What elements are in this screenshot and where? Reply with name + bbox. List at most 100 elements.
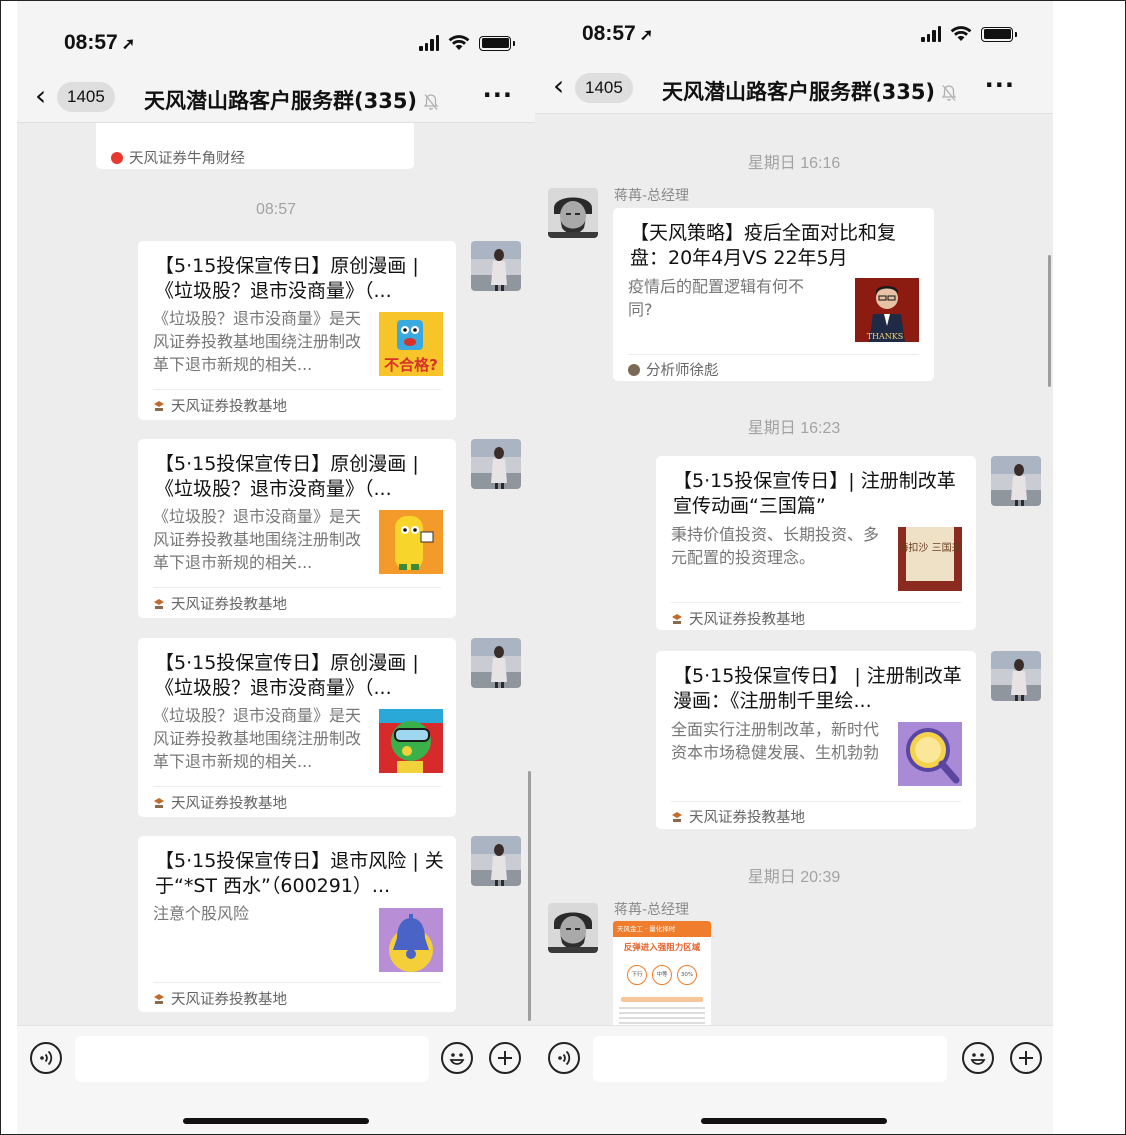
mute-bell-icon [423, 94, 439, 110]
card-title: 【5·15投保宣传日】退市风险 | 关于“*ST 西水”（600291）... [155, 850, 444, 897]
chat-message-list[interactable]: 星期日 16:16 蒋苒-总经理 【天风策略】疫后全面对比和复盘：20年4月VS… [535, 114, 1053, 1025]
card-source: 天风证券投教基地 [671, 608, 805, 629]
card-description: 《垃圾股？退市没商量》是天风证券投教基地围绕注册制改革下退市新规的相关... [153, 309, 362, 374]
message-timestamp: 星期日 16:16 [747, 155, 841, 172]
battery-icon [981, 26, 1017, 42]
card-title: 【天风策略】疫后全面对比和复盘：20年4月VS 22年5月 [630, 222, 897, 269]
image-message[interactable]: 天风金工 · 量化择时 反弹进入强阻力区域 下行 中等 30% [613, 921, 711, 1025]
message-input[interactable] [593, 1036, 947, 1082]
card-description: 疫情后的配置逻辑有何不同? [628, 277, 805, 319]
unread-count-badge[interactable]: 1405 [57, 82, 115, 112]
bull-finance-logo-icon [111, 151, 123, 164]
card-description: 《垃圾股？退市没商量》是天风证券投教基地围绕注册制改革下退市新规的相关... [153, 507, 362, 572]
svg-text:股海扣沙 三国来登: 股海扣沙 三国来登 [898, 541, 962, 554]
status-time: 08:57 ➚ [582, 22, 654, 45]
card-title: 【5·15投保宣传日】原创漫画 |《垃圾股？退市没商量》（... [155, 652, 419, 699]
wifi-icon [950, 26, 972, 41]
message-timestamp: 星期日 20:39 [747, 869, 841, 886]
link-card[interactable]: 【5·15投保宣传日】| 注册制改革宣传动画“三国篇” 秉持价值投资、长期投资、… [656, 456, 976, 630]
status-icons [921, 26, 1017, 42]
emoji-icon[interactable] [962, 1042, 994, 1074]
card-thumbnail [898, 722, 962, 786]
poster-dial: 下行 [627, 965, 647, 985]
mute-bell-icon [941, 85, 957, 101]
status-time: 08:57 ➚ [64, 31, 136, 54]
chat-message-list[interactable]: 天风证券牛角财经 08:57 【5·15投保宣传日】原创漫画 |《垃圾股？退市没… [17, 123, 535, 1025]
partial-link-card[interactable]: 天风证券牛角财经 [96, 123, 414, 169]
link-card[interactable]: 【5·15投保宣传日】原创漫画 |《垃圾股？退市没商量》（... 《垃圾股？退市… [138, 241, 456, 420]
message-timestamp: 08:57 [255, 201, 297, 218]
cellular-signal-icon [921, 26, 941, 42]
edu-base-logo-icon [671, 613, 683, 625]
phone-screen-right: 08:57 ➚ ‹ 1405 天风潜山路客户服务群(335) ··· 星期日 16… [535, 1, 1053, 1134]
user-avatar[interactable] [471, 836, 521, 886]
poster-dials: 下行 中等 30% [613, 965, 711, 985]
chat-title[interactable]: 天风潜山路客户服务群(335) [662, 76, 957, 106]
card-title: 【5·15投保宣传日】原创漫画 |《垃圾股？退市没商量》（... [155, 255, 419, 302]
edu-base-logo-icon [153, 400, 165, 412]
more-options-icon[interactable]: ··· [483, 81, 513, 109]
wifi-icon [448, 35, 470, 50]
card-source: 天风证券牛角财经 [111, 147, 245, 168]
message-input[interactable] [75, 1036, 429, 1082]
link-card[interactable]: 【5·15投保宣传日】 | 注册制改革漫画：《注册制千里绘... 全面实行注册制… [656, 651, 976, 829]
sender-avatar[interactable] [548, 188, 598, 238]
poster-header: 天风金工 · 量化择时 [613, 921, 711, 937]
card-title: 【5·15投保宣传日】 | 注册制改革漫画：《注册制千里绘... [673, 665, 962, 712]
top-bar: 08:57 ➚ ‹ 1405 天风潜山路客户服务群(335) ··· [17, 1, 535, 123]
battery-icon [479, 35, 515, 51]
card-thumbnail: 股海扣沙 三国来登 [898, 527, 962, 591]
card-thumbnail [379, 709, 443, 773]
scrollbar[interactable] [1048, 255, 1051, 387]
unread-count-badge[interactable]: 1405 [575, 73, 633, 103]
home-indicator[interactable] [701, 1118, 887, 1124]
card-description: 秉持价值投资、长期投资、多元配置的投资理念。 [671, 525, 880, 567]
card-description: 《垃圾股？退市没商量》是天风证券投教基地围绕注册制改革下退市新规的相关... [153, 706, 362, 771]
card-source: 天风证券投教基地 [153, 395, 287, 416]
card-source: 天风证券投教基地 [153, 792, 287, 813]
input-bar [17, 1025, 535, 1134]
card-title: 【5·15投保宣传日】| 注册制改革宣传动画“三国篇” [673, 470, 956, 517]
card-description: 注意个股风险 [153, 904, 250, 923]
link-card[interactable]: 【5·15投保宣传日】原创漫画 |《垃圾股？退市没商量》（... 《垃圾股？退市… [138, 638, 456, 817]
card-thumbnail [379, 908, 443, 972]
more-functions-plus-icon[interactable] [1010, 1042, 1042, 1074]
card-thumbnail [379, 510, 443, 574]
card-source: 天风证券投教基地 [153, 988, 287, 1009]
input-bar [535, 1025, 1053, 1134]
user-avatar[interactable] [471, 638, 521, 688]
card-thumbnail: 不合格? [379, 312, 443, 376]
edu-base-logo-icon [153, 797, 165, 809]
poster-dial: 30% [677, 965, 697, 985]
chat-title[interactable]: 天风潜山路客户服务群(335) [144, 85, 439, 115]
scrollbar[interactable] [528, 771, 531, 1021]
edu-base-logo-icon [671, 811, 683, 823]
home-indicator[interactable] [183, 1118, 369, 1124]
link-card[interactable]: 【5·15投保宣传日】退市风险 | 关于“*ST 西水”（600291）... … [138, 836, 456, 1012]
back-chevron-icon[interactable]: ‹ [553, 69, 564, 102]
user-avatar[interactable] [471, 241, 521, 291]
user-avatar[interactable] [991, 456, 1041, 506]
emoji-icon[interactable] [441, 1042, 473, 1074]
back-chevron-icon[interactable]: ‹ [35, 79, 46, 112]
sender-avatar[interactable] [548, 903, 598, 953]
sender-name: 蒋苒-总经理 [614, 902, 690, 918]
location-arrow-icon: ➚ [639, 27, 654, 44]
cellular-signal-icon [419, 35, 439, 51]
edu-base-logo-icon [153, 598, 165, 610]
top-bar: 08:57 ➚ ‹ 1405 天风潜山路客户服务群(335) ··· [535, 1, 1053, 114]
voice-input-icon[interactable] [548, 1042, 580, 1074]
voice-input-icon[interactable] [30, 1042, 62, 1074]
card-thumbnail: THANKS [855, 278, 919, 342]
svg-text:不合格?: 不合格? [384, 356, 438, 374]
link-card[interactable]: 【5·15投保宣传日】原创漫画 |《垃圾股？退市没商量》（... 《垃圾股？退市… [138, 439, 456, 618]
phone-screen-left: 08:57 ➚ ‹ 1405 天风潜山路客户服务群(335) ··· 天风证券牛角… [17, 1, 535, 1134]
user-avatar[interactable] [471, 439, 521, 489]
card-source: 天风证券投教基地 [671, 806, 805, 827]
link-card[interactable]: 【天风策略】疫后全面对比和复盘：20年4月VS 22年5月 疫情后的配置逻辑有何… [613, 208, 934, 381]
poster-headline: 反弹进入强阻力区域 [623, 943, 701, 953]
location-arrow-icon: ➚ [121, 36, 136, 53]
user-avatar[interactable] [991, 651, 1041, 701]
more-functions-plus-icon[interactable] [489, 1042, 521, 1074]
more-options-icon[interactable]: ··· [985, 71, 1015, 99]
